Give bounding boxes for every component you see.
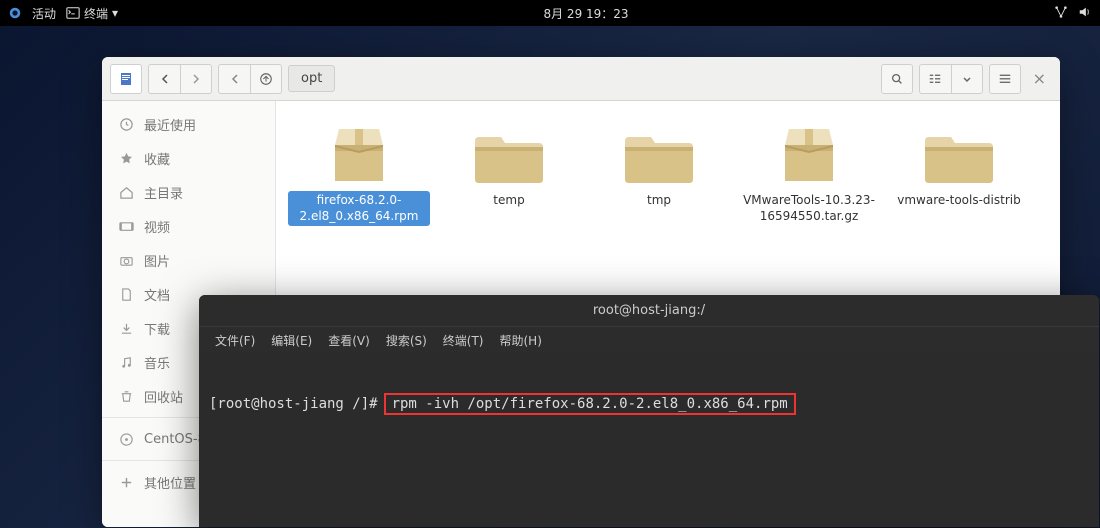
folder-icon (921, 123, 997, 187)
view-dropdown-button[interactable] (951, 64, 983, 94)
file-item[interactable]: tmp (588, 119, 730, 211)
location-chip[interactable]: opt (288, 65, 335, 92)
gnome-top-panel: 活动 终端 ▾ 8月 29 19：23 (0, 0, 1100, 26)
trash-icon (118, 388, 134, 404)
file-item[interactable]: temp (438, 119, 580, 211)
menu-terminal[interactable]: 终端(T) (437, 330, 490, 351)
app-menu-label: 终端 (84, 5, 108, 22)
music-icon (118, 354, 134, 370)
close-button[interactable]: × (1027, 69, 1052, 88)
terminal-prompt: [root@host-jiang /]# (209, 396, 378, 412)
file-label: temp (489, 191, 528, 211)
document-icon (118, 286, 134, 302)
download-icon (118, 320, 134, 336)
menu-file[interactable]: 文件(F) (209, 330, 261, 351)
path-up-button[interactable] (218, 64, 250, 94)
menu-edit[interactable]: 编辑(E) (265, 330, 318, 351)
file-manager-toolbar: opt × (102, 57, 1060, 101)
sidebar-label: 图片 (144, 251, 170, 270)
terminal-window: root@host-jiang:/ 文件(F) 编辑(E) 查看(V) 搜索(S… (199, 295, 1099, 527)
terminal-menubar: 文件(F) 编辑(E) 查看(V) 搜索(S) 终端(T) 帮助(H) (199, 327, 1099, 353)
app-menu[interactable]: 终端 ▾ (66, 5, 118, 22)
search-button[interactable] (881, 64, 913, 94)
back-button[interactable] (148, 64, 180, 94)
network-icon[interactable] (1054, 5, 1068, 22)
sidebar-item-home[interactable]: 主目录 (102, 175, 275, 209)
sidebar-item-pictures[interactable]: 图片 (102, 243, 275, 277)
sidebar-label: 最近使用 (144, 115, 196, 134)
terminal-command: rpm -ivh /opt/firefox-68.2.0-2.el8_0.x86… (384, 393, 796, 415)
file-item[interactable]: firefox-68.2.0-2.el8_0.x86_64.rpm (288, 119, 430, 226)
folder-icon (471, 123, 547, 187)
sidebar-label: 视频 (144, 217, 170, 236)
volume-icon[interactable] (1078, 5, 1092, 22)
sidebar-label: 其他位置 (144, 473, 196, 492)
sidebar-label: 主目录 (144, 183, 183, 202)
file-item[interactable]: VMwareTools-10.3.23-16594550.tar.gz (738, 119, 880, 226)
disc-icon (118, 431, 134, 447)
sidebar-label: 回收站 (144, 387, 183, 406)
terminal-body[interactable]: [root@host-jiang /]# rpm -ivh /opt/firef… (199, 353, 1099, 527)
sidebar-label: 收藏 (144, 149, 170, 168)
camera-icon (118, 252, 134, 268)
activities-icon (8, 6, 22, 20)
file-label: VMwareTools-10.3.23-16594550.tar.gz (738, 191, 880, 226)
sidebar-label: 文档 (144, 285, 170, 304)
activities-label[interactable]: 活动 (32, 5, 56, 22)
file-type-icon (110, 64, 142, 94)
star-icon (118, 150, 134, 166)
forward-button[interactable] (180, 64, 212, 94)
video-icon (118, 218, 134, 234)
file-label: firefox-68.2.0-2.el8_0.x86_64.rpm (288, 191, 430, 226)
view-grid-button[interactable] (919, 64, 951, 94)
path-root-button[interactable] (250, 64, 282, 94)
folder-icon (621, 123, 697, 187)
file-label: tmp (643, 191, 675, 211)
clock[interactable]: 8月 29 19：23 (118, 5, 1054, 22)
menu-help[interactable]: 帮助(H) (494, 330, 548, 351)
sidebar-label: 下载 (144, 319, 170, 338)
package-icon (771, 123, 847, 187)
sidebar-item-recent[interactable]: 最近使用 (102, 107, 275, 141)
plus-icon (118, 474, 134, 490)
sidebar-item-videos[interactable]: 视频 (102, 209, 275, 243)
menu-search[interactable]: 搜索(S) (380, 330, 433, 351)
terminal-titlebar[interactable]: root@host-jiang:/ (199, 295, 1099, 327)
clock-icon (118, 116, 134, 132)
sidebar-label: 音乐 (144, 353, 170, 372)
sidebar-item-starred[interactable]: 收藏 (102, 141, 275, 175)
home-icon (118, 184, 134, 200)
package-icon (321, 123, 397, 187)
file-label: vmware-tools-distrib (893, 191, 1024, 211)
menu-view[interactable]: 查看(V) (322, 330, 376, 351)
file-item[interactable]: vmware-tools-distrib (888, 119, 1030, 211)
hamburger-menu-button[interactable] (989, 64, 1021, 94)
